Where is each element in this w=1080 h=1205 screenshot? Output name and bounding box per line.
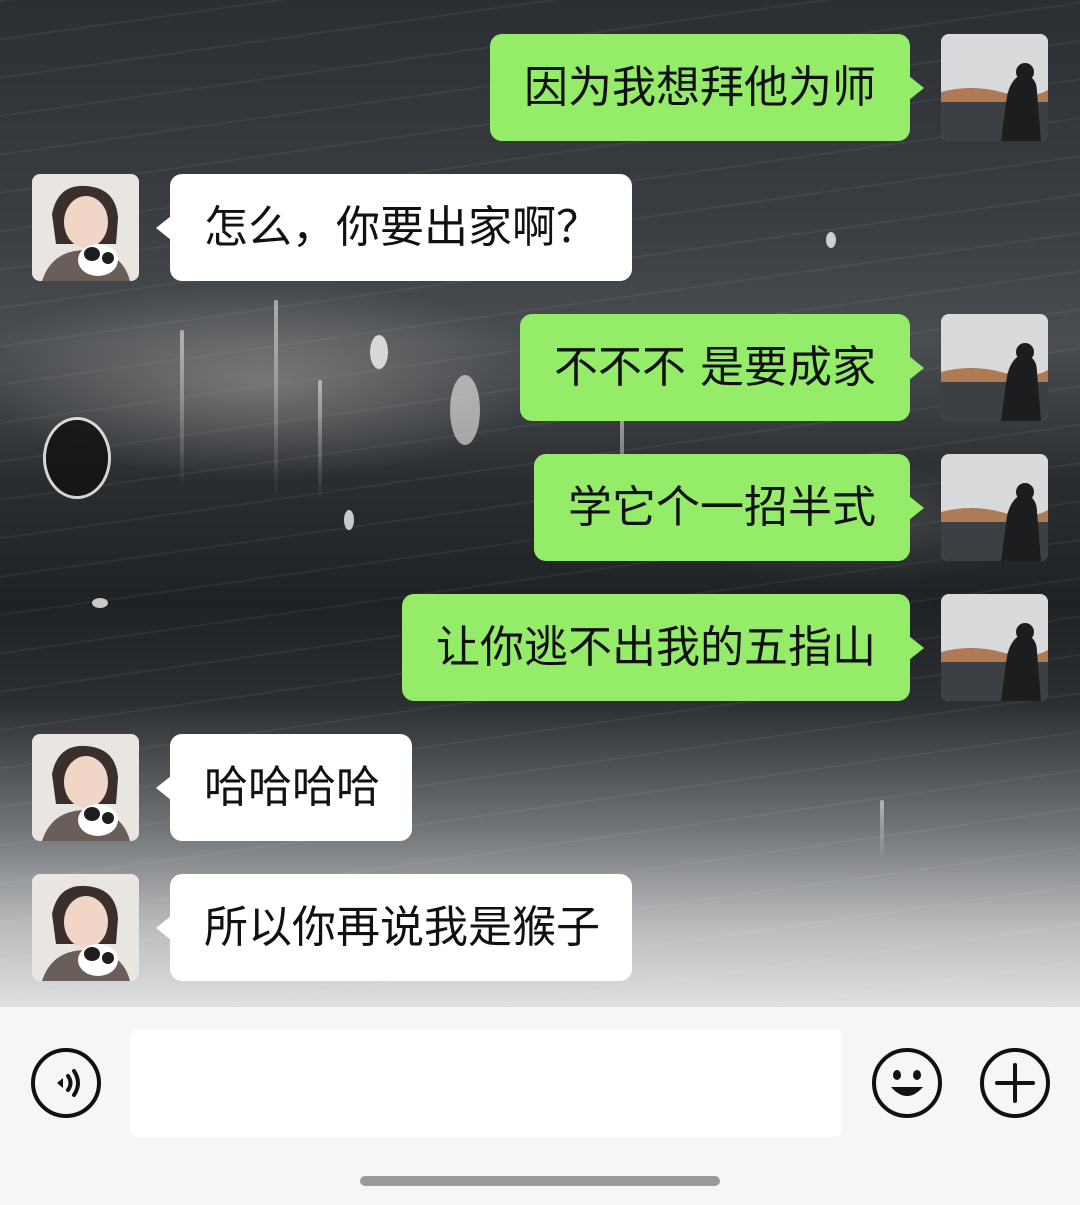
contact-avatar[interactable] xyxy=(32,874,139,981)
my-avatar-image xyxy=(941,454,1048,561)
message-row-sent: 学它个一招半式 xyxy=(0,454,1080,562)
contact-avatar-image xyxy=(32,174,139,281)
chat-screen: 因为我想拜他为师 怎么，你要出家啊？ 不不不 是要成家 学它个一招半式 让你逃不… xyxy=(0,0,1080,1205)
received-message-bubble[interactable]: 哈哈哈哈 xyxy=(156,734,412,841)
message-row-received: 怎么，你要出家啊？ xyxy=(0,174,1080,282)
contact-avatar[interactable] xyxy=(32,734,139,841)
received-message-bubble[interactable]: 所以你再说我是猴子 xyxy=(156,874,632,981)
message-row-sent: 不不不 是要成家 xyxy=(0,314,1080,422)
message-row-sent: 因为我想拜他为师 xyxy=(0,34,1080,142)
emoji-icon xyxy=(872,1048,942,1118)
sent-message-bubble[interactable]: 不不不 是要成家 xyxy=(520,314,924,421)
plus-button[interactable] xyxy=(979,1047,1051,1119)
voice-button[interactable] xyxy=(30,1047,102,1119)
my-avatar[interactable] xyxy=(941,594,1048,701)
home-indicator[interactable] xyxy=(360,1176,720,1186)
plus-icon xyxy=(980,1048,1050,1118)
message-row-received: 哈哈哈哈 xyxy=(0,734,1080,842)
message-input[interactable] xyxy=(130,1029,842,1137)
sent-message-bubble[interactable]: 让你逃不出我的五指山 xyxy=(402,594,924,701)
my-avatar-image xyxy=(941,594,1048,701)
input-bar xyxy=(0,1006,1080,1205)
sent-message-bubble[interactable]: 因为我想拜他为师 xyxy=(490,34,924,141)
sent-message-bubble[interactable]: 学它个一招半式 xyxy=(534,454,924,561)
contact-avatar[interactable] xyxy=(32,174,139,281)
contact-avatar-image xyxy=(32,874,139,981)
my-avatar[interactable] xyxy=(941,454,1048,561)
my-avatar[interactable] xyxy=(941,314,1048,421)
my-avatar-image xyxy=(941,314,1048,421)
received-message-bubble[interactable]: 怎么，你要出家啊？ xyxy=(156,174,632,281)
emoji-button[interactable] xyxy=(871,1047,943,1119)
voice-icon xyxy=(31,1048,101,1118)
my-avatar[interactable] xyxy=(941,34,1048,141)
message-row-received: 所以你再说我是猴子 xyxy=(0,874,1080,982)
message-row-sent: 让你逃不出我的五指山 xyxy=(0,594,1080,702)
contact-avatar-image xyxy=(32,734,139,841)
my-avatar-image xyxy=(941,34,1048,141)
